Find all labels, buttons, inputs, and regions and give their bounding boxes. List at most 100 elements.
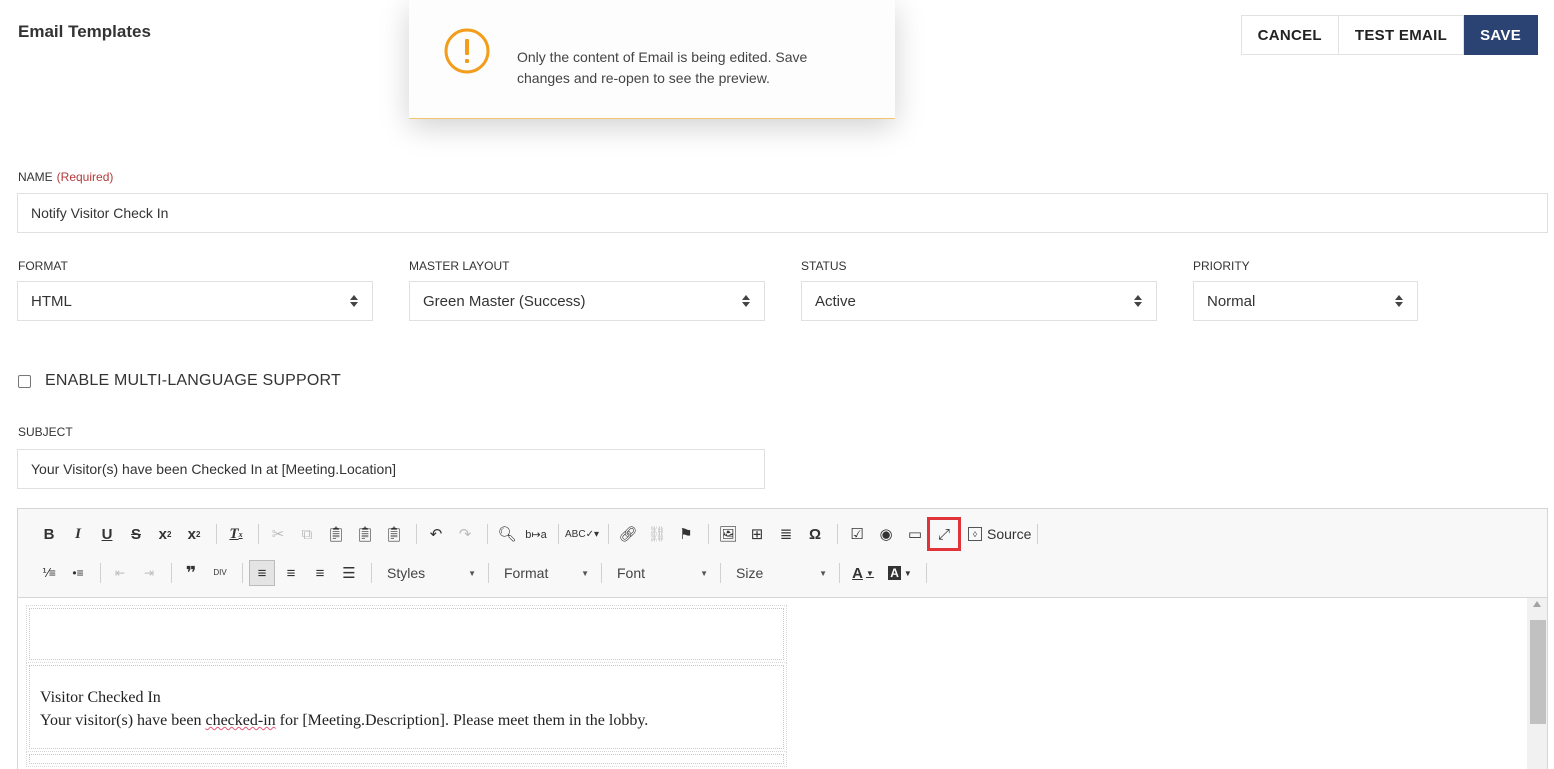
toolbar-separator	[839, 563, 840, 583]
undo-icon[interactable]: ↶	[423, 521, 449, 547]
subject-input-value: Your Visitor(s) have been Checked In at …	[31, 461, 396, 477]
background-color-icon[interactable]: A ▼	[883, 560, 917, 586]
table-row	[26, 751, 787, 767]
header-actions: CANCEL TEST EMAIL SAVE	[1240, 15, 1538, 55]
multilang-label: ENABLE MULTI-LANGUAGE SUPPORT	[45, 372, 341, 389]
font-dropdown[interactable]: Font ▼	[608, 560, 714, 586]
redo-icon[interactable]: ↷	[452, 521, 478, 547]
source-label: Source	[987, 526, 1032, 542]
underline-icon[interactable]: U	[94, 521, 120, 547]
format-select[interactable]: HTML	[17, 281, 373, 321]
table-icon[interactable]: ⊞	[744, 521, 770, 547]
maximize-icon[interactable]: ⤢	[927, 517, 961, 551]
priority-select[interactable]: Normal	[1193, 281, 1418, 321]
multilang-checkbox[interactable]	[18, 374, 31, 388]
outdent-icon[interactable]: ⇤	[107, 560, 133, 586]
paste-text-icon[interactable]: 📋︎	[352, 521, 378, 547]
align-left-icon[interactable]: ≡	[249, 560, 275, 586]
subject-label: SUBJECT	[18, 425, 73, 439]
sort-arrows-icon	[742, 295, 750, 307]
dropdown-caret-icon: ▼	[468, 568, 476, 578]
toolbar-row-2: ⅟≡ •≡ ⇤ ⇥ ❞ DIV ≡ ≡ ≡ ☰ Styles ▼ Format …	[36, 560, 933, 586]
sort-arrows-icon	[1134, 295, 1142, 307]
sort-arrows-icon	[1395, 295, 1403, 307]
subscript-icon[interactable]: x2	[152, 521, 178, 547]
toolbar-separator	[837, 524, 838, 544]
master-layout-select[interactable]: Green Master (Success)	[409, 281, 765, 321]
blockquote-icon[interactable]: ❞	[178, 560, 204, 586]
spellcheck-icon[interactable]: ABC✓▾	[565, 521, 599, 547]
strikethrough-icon[interactable]: S	[123, 521, 149, 547]
master-layout-select-value: Green Master (Success)	[423, 292, 586, 310]
link-icon[interactable]: 🔗︎	[615, 521, 641, 547]
toolbar-separator	[216, 524, 217, 544]
table-row: Visitor Checked In Your visitor(s) have …	[26, 662, 787, 752]
source-button[interactable]: ◊ Source	[968, 526, 1031, 542]
format-dropdown[interactable]: Format ▼	[495, 560, 595, 586]
superscript-icon[interactable]: x2	[181, 521, 207, 547]
spellcheck-word: checked-in	[205, 712, 276, 729]
horizontal-line-icon[interactable]: ≣	[773, 521, 799, 547]
toolbar-separator	[558, 524, 559, 544]
align-right-icon[interactable]: ≡	[307, 560, 333, 586]
status-select[interactable]: Active	[801, 281, 1157, 321]
copy-icon[interactable]: ⧉	[294, 521, 320, 547]
image-icon[interactable]: 🖼︎	[715, 521, 741, 547]
paste-word-icon[interactable]: 📋︎	[381, 521, 407, 547]
unlink-icon[interactable]: ⛓	[644, 521, 670, 547]
justify-icon[interactable]: ☰	[336, 560, 362, 586]
subject-input[interactable]: Your Visitor(s) have been Checked In at …	[17, 449, 765, 489]
numbered-list-icon[interactable]: ⅟≡	[36, 560, 62, 586]
notification-toast: Only the content of Email is being edite…	[409, 0, 895, 119]
toolbar-separator	[488, 563, 489, 583]
test-email-button[interactable]: TEST EMAIL	[1338, 15, 1465, 55]
styles-dropdown-label: Styles	[387, 565, 426, 581]
div-container-icon[interactable]: DIV	[207, 560, 233, 586]
find-icon[interactable]: 🔍︎	[494, 521, 520, 547]
sort-arrows-icon	[350, 295, 358, 307]
bulleted-list-icon[interactable]: •≡	[65, 560, 91, 586]
bold-icon[interactable]: B	[36, 521, 62, 547]
editor-toolbar: B I U S x2 x2 Tx ✂ ⧉ 📋︎ 📋︎ 📋︎ ↶ ↷ 🔍︎ b↦a…	[18, 509, 1547, 598]
toolbar-separator	[608, 524, 609, 544]
toolbar-separator	[100, 563, 101, 583]
cancel-button[interactable]: CANCEL	[1240, 15, 1339, 55]
special-character-icon[interactable]: Ω	[802, 521, 828, 547]
save-button[interactable]: SAVE	[1464, 15, 1538, 55]
toolbar-separator	[416, 524, 417, 544]
toolbar-separator	[720, 563, 721, 583]
required-indicator: (Required)	[56, 170, 114, 184]
toolbar-separator	[371, 563, 372, 583]
indent-icon[interactable]: ⇥	[136, 560, 162, 586]
paste-icon[interactable]: 📋︎	[323, 521, 349, 547]
priority-select-value: Normal	[1207, 292, 1256, 310]
size-dropdown[interactable]: Size ▼	[727, 560, 833, 586]
scroll-up-arrow-icon[interactable]	[1533, 601, 1541, 607]
radio-field-icon[interactable]: ◉	[873, 521, 899, 547]
text-field-icon[interactable]: ▭	[902, 521, 928, 547]
styles-dropdown[interactable]: Styles ▼	[378, 560, 482, 586]
format-select-value: HTML	[31, 292, 72, 310]
toolbar-separator	[258, 524, 259, 544]
italic-icon[interactable]: I	[65, 521, 91, 547]
name-input[interactable]: Notify Visitor Check In	[17, 193, 1548, 233]
name-label-text: NAME	[18, 170, 53, 184]
content-body-end: for [Meeting.Description]. Please meet t…	[275, 712, 649, 729]
remove-format-icon[interactable]: Tx	[223, 521, 249, 547]
toolbar-separator	[242, 563, 243, 583]
table-row	[26, 605, 787, 663]
align-center-icon[interactable]: ≡	[278, 560, 304, 586]
anchor-flag-icon[interactable]: ⚑	[673, 521, 699, 547]
text-color-icon[interactable]: A ▼	[846, 560, 880, 586]
dropdown-caret-icon: ▼	[819, 568, 827, 578]
checkbox-field-icon[interactable]: ☑	[844, 521, 870, 547]
cut-icon[interactable]: ✂	[265, 521, 291, 547]
toolbar-separator	[601, 563, 602, 583]
size-dropdown-label: Size	[736, 565, 764, 581]
scrollbar-thumb[interactable]	[1530, 620, 1546, 724]
name-input-value: Notify Visitor Check In	[31, 205, 169, 221]
toast-message: Only the content of Email is being edite…	[517, 49, 808, 86]
editor-content-area[interactable]: Visitor Checked In Your visitor(s) have …	[18, 598, 1547, 769]
replace-icon[interactable]: b↦a	[523, 521, 549, 547]
editor-scrollbar[interactable]	[1527, 598, 1547, 769]
